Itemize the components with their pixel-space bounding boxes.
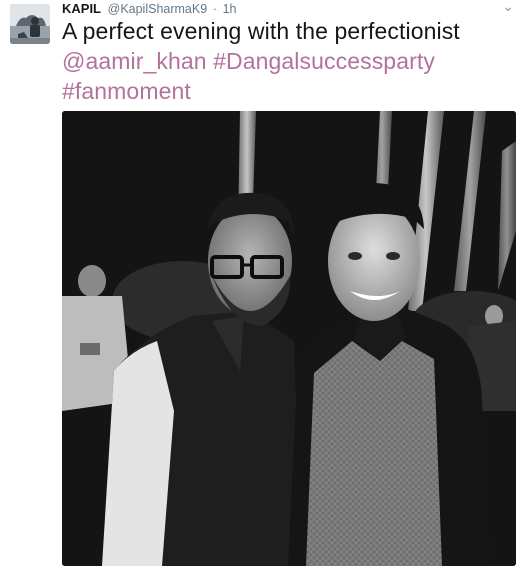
tweet-photo[interactable] [62,111,516,566]
hashtag-link[interactable]: #Dangalsuccessparty [213,48,435,74]
tweet-text: A perfect evening with the perfectionist… [62,16,514,106]
user-handle[interactable]: @KapilSharmaK9 [108,2,208,16]
separator-dot: · [212,2,217,16]
avatar-image [10,4,50,44]
tweet-text-line: A perfect evening with the perfectionist [62,18,460,44]
photo-image [62,111,516,566]
hashtag-link[interactable]: #fanmoment [62,78,191,104]
timestamp[interactable]: 1h [223,2,237,16]
chevron-down-icon[interactable]: ⌄ [502,0,514,15]
mention-link[interactable]: @aamir_khan [62,48,207,74]
display-name[interactable]: KAPIL [62,1,101,16]
avatar[interactable] [10,4,50,44]
tweet-header: KAPIL @KapilSharmaK9 · 1h [62,1,237,17]
